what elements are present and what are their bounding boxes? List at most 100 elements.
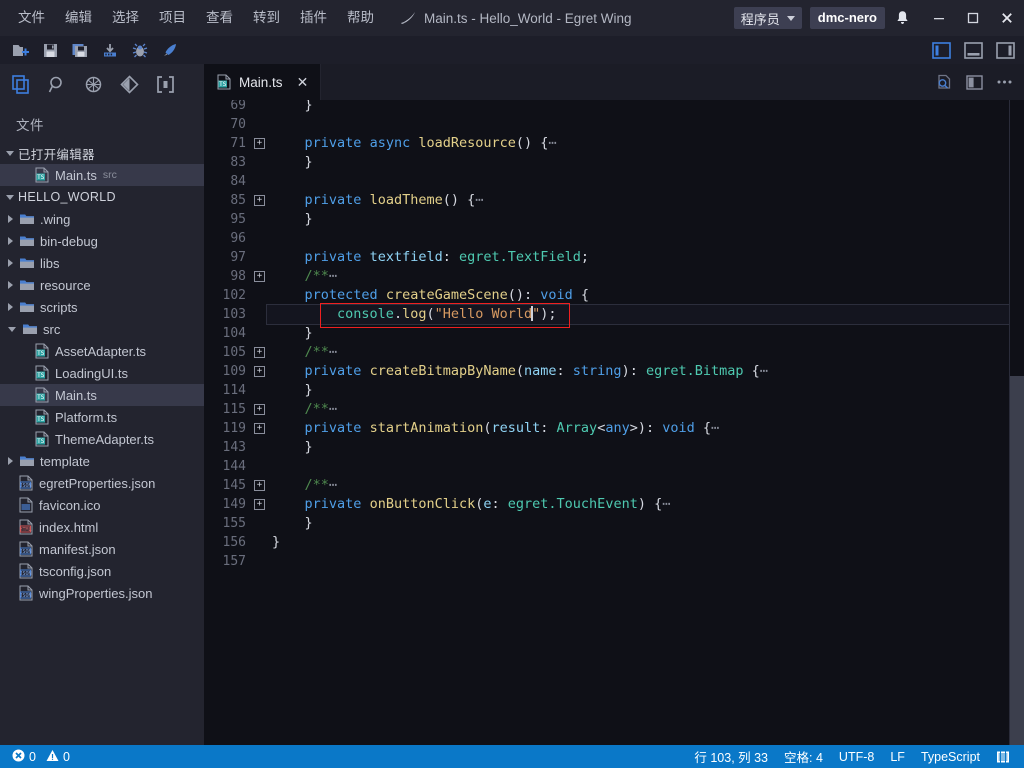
code-line[interactable]: 157 — [204, 552, 1024, 571]
install-icon[interactable] — [96, 38, 124, 62]
code-line[interactable]: 105 + /**⋯ — [204, 343, 1024, 362]
code-line[interactable]: 71 + private async loadResource() {⋯ — [204, 134, 1024, 153]
tree-folder-item[interactable]: src — [0, 318, 204, 340]
menu-item-3[interactable]: 项目 — [149, 5, 196, 31]
tree-file-item[interactable]: JSON egretProperties.json — [0, 472, 204, 494]
code-line[interactable]: 145 + /**⋯ — [204, 476, 1024, 495]
tree-file-item[interactable]: TS AssetAdapter.ts — [0, 340, 204, 362]
tree-folder-item[interactable]: bin-debug — [0, 230, 204, 252]
preview-icon[interactable] — [930, 68, 958, 96]
language-mode-status[interactable]: TypeScript — [913, 745, 988, 768]
new-folder-icon[interactable] — [6, 38, 34, 62]
toggle-right-sidebar-icon[interactable] — [994, 39, 1016, 61]
search-icon[interactable] — [42, 67, 72, 101]
tree-folder-item[interactable]: scripts — [0, 296, 204, 318]
open-editors-header[interactable]: 已打开编辑器 — [0, 142, 204, 164]
tree-file-item[interactable]: JSON wingProperties.json — [0, 582, 204, 604]
code-line[interactable]: 84 — [204, 172, 1024, 191]
code-line[interactable]: 143 } — [204, 438, 1024, 457]
explorer-icon[interactable] — [6, 67, 36, 101]
close-icon[interactable]: ✕ — [296, 75, 310, 89]
open-editor-item[interactable]: TS Main.ts src — [0, 164, 204, 186]
tree-folder-item[interactable]: template — [0, 450, 204, 472]
tree-folder-item[interactable]: resource — [0, 274, 204, 296]
tree-file-item[interactable]: JSON tsconfig.json — [0, 560, 204, 582]
minimize-button[interactable] — [922, 0, 956, 36]
project-header[interactable]: HELLO_WORLD — [0, 186, 204, 208]
tree-folder-item[interactable]: libs — [0, 252, 204, 274]
code-line[interactable]: 144 — [204, 457, 1024, 476]
more-actions-icon[interactable] — [990, 68, 1018, 96]
tree-file-item[interactable]: favicon.ico — [0, 494, 204, 516]
fold-expand-icon[interactable]: + — [254, 404, 265, 415]
menu-item-7[interactable]: 帮助 — [337, 5, 384, 31]
menu-item-1[interactable]: 编辑 — [55, 5, 102, 31]
code-line[interactable]: 85 + private loadTheme() {⋯ — [204, 191, 1024, 210]
code-line[interactable]: 103 console.log("Hello World"); — [204, 304, 1024, 325]
menu-item-4[interactable]: 查看 — [196, 5, 243, 31]
code-line[interactable]: 97 private textfield: egret.TextField; — [204, 248, 1024, 267]
code-line[interactable]: 114 } — [204, 381, 1024, 400]
fold-expand-icon[interactable]: + — [254, 499, 265, 510]
debug-icon[interactable] — [126, 38, 154, 62]
user-badge[interactable]: dmc-nero — [809, 7, 885, 29]
fold-expand-icon[interactable]: + — [254, 195, 265, 206]
code-line[interactable]: 109 + private createBitmapByName(name: st… — [204, 362, 1024, 381]
menu-item-2[interactable]: 选择 — [102, 5, 149, 31]
code-line[interactable]: 155 } — [204, 514, 1024, 533]
tree-file-item[interactable]: JSON manifest.json — [0, 538, 204, 560]
code-line[interactable]: 83 } — [204, 153, 1024, 172]
code-editor[interactable]: 69 } 70 71 + private async loadResource() {… — [204, 100, 1024, 745]
fold-expand-icon[interactable]: + — [254, 347, 265, 358]
fold-expand-icon[interactable]: + — [254, 366, 265, 377]
menu-item-6[interactable]: 插件 — [290, 5, 337, 31]
tree-folder-item[interactable]: .wing — [0, 208, 204, 230]
close-button[interactable] — [990, 0, 1024, 36]
tree-file-item[interactable]: TS LoadingUI.ts — [0, 362, 204, 384]
source-control-icon[interactable] — [114, 67, 144, 101]
menu-item-5[interactable]: 转到 — [243, 5, 290, 31]
fold-expand-icon[interactable]: + — [254, 271, 265, 282]
toggle-sidebar-icon[interactable] — [930, 39, 952, 61]
editor-tab[interactable]: TS Main.ts ✕ — [204, 64, 321, 100]
code-line[interactable]: 149 + private onButtonClick(e: egret.Touc… — [204, 495, 1024, 514]
extensions-icon[interactable] — [150, 67, 180, 101]
tree-file-item[interactable]: TS Main.ts — [0, 384, 204, 406]
code-line[interactable]: 102 protected createGameScene(): void { — [204, 286, 1024, 305]
code-line[interactable]: 98 + /**⋯ — [204, 267, 1024, 286]
split-editor-icon[interactable] — [960, 68, 988, 96]
editor-tab-label: Main.ts — [239, 74, 283, 90]
run-icon[interactable] — [156, 38, 184, 62]
bell-icon[interactable] — [895, 10, 910, 26]
scrollbar-thumb[interactable] — [1010, 376, 1024, 745]
editor-scrollbar[interactable] — [1010, 100, 1024, 745]
eol-status[interactable]: LF — [882, 745, 913, 768]
code-line[interactable]: 115 + /**⋯ — [204, 400, 1024, 419]
cursor-position-status[interactable]: 行 103, 列 33 — [686, 745, 776, 768]
fold-expand-icon[interactable]: + — [254, 138, 265, 149]
debug-icon[interactable] — [78, 67, 108, 101]
problems-status[interactable]: 0 0 — [4, 745, 78, 768]
code-line[interactable]: 119 + private startAnimation(result: Arra… — [204, 419, 1024, 438]
line-number: 85 — [230, 193, 246, 208]
code-line[interactable]: 95 } — [204, 210, 1024, 229]
toggle-panel-icon[interactable] — [962, 39, 984, 61]
role-select[interactable]: 程序员 — [733, 7, 802, 29]
save-all-icon[interactable] — [66, 38, 94, 62]
tree-file-item[interactable]: HTML index.html — [0, 516, 204, 538]
menu-item-0[interactable]: 文件 — [8, 5, 55, 31]
feedback-icon[interactable] — [988, 745, 1018, 768]
code-line[interactable]: 156} — [204, 533, 1024, 552]
code-line[interactable]: 104 } — [204, 324, 1024, 343]
save-icon[interactable] — [36, 38, 64, 62]
code-line[interactable]: 69 } — [204, 100, 1024, 115]
tree-file-item[interactable]: TS Platform.ts — [0, 406, 204, 428]
fold-expand-icon[interactable]: + — [254, 423, 265, 434]
indentation-status[interactable]: 空格: 4 — [776, 745, 831, 768]
maximize-button[interactable] — [956, 0, 990, 36]
fold-expand-icon[interactable]: + — [254, 480, 265, 491]
encoding-status[interactable]: UTF-8 — [831, 745, 882, 768]
code-line[interactable]: 70 — [204, 115, 1024, 134]
code-line[interactable]: 96 — [204, 229, 1024, 248]
tree-file-item[interactable]: TS ThemeAdapter.ts — [0, 428, 204, 450]
